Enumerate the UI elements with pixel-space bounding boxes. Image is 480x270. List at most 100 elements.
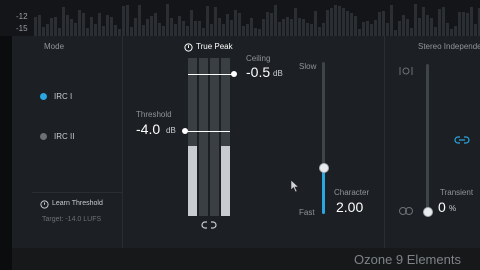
divider-learn bbox=[32, 192, 122, 193]
power-icon bbox=[184, 43, 193, 52]
waveform-bar bbox=[46, 23, 49, 36]
waveform-bar bbox=[54, 16, 57, 36]
waveform-bar bbox=[470, 7, 473, 36]
ceiling-unit: dB bbox=[273, 69, 283, 78]
stereo-heading: Stereo Independence bbox=[418, 42, 480, 51]
waveform-bar bbox=[130, 26, 133, 36]
learn-threshold-label: Learn Threshold bbox=[52, 200, 103, 207]
waveform-bar bbox=[382, 10, 385, 36]
character-label: Character bbox=[334, 188, 370, 197]
waveform-bar bbox=[210, 23, 213, 36]
waveform-bar bbox=[418, 18, 421, 36]
waveform-bar bbox=[338, 5, 341, 36]
threshold-value-field[interactable]: -4.0 dB bbox=[136, 121, 184, 137]
waveform-bar bbox=[286, 17, 289, 36]
waveform-bar bbox=[434, 26, 437, 36]
stereo-link-icon[interactable] bbox=[454, 135, 470, 145]
waveform-bar bbox=[422, 7, 425, 36]
output-meter-left bbox=[210, 58, 219, 216]
waveform-bar bbox=[74, 22, 77, 36]
waveform-bar bbox=[118, 28, 121, 36]
waveform-bar bbox=[314, 10, 317, 36]
waveform-bar bbox=[182, 21, 185, 36]
waveform-bar bbox=[358, 29, 361, 36]
stereo-image-icon bbox=[399, 207, 413, 215]
waveform-bar bbox=[294, 8, 297, 36]
waveform-bar bbox=[102, 25, 105, 36]
radio-unselected-icon bbox=[40, 133, 47, 140]
threshold-unit: dB bbox=[166, 126, 176, 135]
waveform-bar bbox=[122, 5, 125, 36]
waveform-bar bbox=[190, 9, 193, 36]
waveform-bar bbox=[98, 12, 101, 36]
waveform-strip bbox=[0, 0, 480, 36]
waveform-bar bbox=[230, 19, 233, 36]
radio-selected-icon bbox=[40, 93, 47, 100]
scale-top-label: -12 bbox=[16, 12, 28, 21]
waveform-bar bbox=[138, 5, 141, 36]
mode-option-label: IRC II bbox=[54, 132, 75, 141]
waveform-bar bbox=[402, 14, 405, 36]
threshold-handle[interactable] bbox=[182, 128, 188, 134]
waveform-bar bbox=[414, 4, 417, 36]
waveform-bar bbox=[214, 7, 217, 36]
stereo-slider-thumb[interactable] bbox=[423, 207, 433, 217]
waveform-bar bbox=[242, 26, 245, 36]
waveform-bar bbox=[410, 27, 413, 36]
ceiling-handle[interactable] bbox=[231, 71, 237, 77]
waveform-bar bbox=[334, 4, 337, 36]
learn-threshold-button[interactable]: Learn Threshold bbox=[40, 199, 120, 211]
divider-mode bbox=[122, 36, 123, 248]
waveform-bar bbox=[234, 10, 237, 36]
waveform-bar bbox=[346, 10, 349, 36]
waveform-bar bbox=[442, 6, 445, 36]
waveform-bar bbox=[366, 20, 369, 36]
timer-icon bbox=[40, 200, 49, 209]
waveform-bar bbox=[390, 5, 393, 36]
mode-option-label: IRC I bbox=[54, 92, 73, 101]
output-meter-right bbox=[221, 58, 230, 216]
waveform-bar bbox=[350, 13, 353, 36]
waveform-bar bbox=[426, 14, 429, 36]
waveform-bar bbox=[194, 20, 197, 36]
waveform-bar bbox=[78, 9, 81, 36]
stereo-slider-track[interactable] bbox=[426, 64, 429, 212]
waveform-bar bbox=[158, 22, 161, 36]
waveform-bar bbox=[86, 28, 89, 36]
character-slider-thumb[interactable] bbox=[319, 163, 329, 174]
meter-fill bbox=[221, 146, 230, 216]
waveform-bar bbox=[110, 17, 113, 36]
waveform-bar bbox=[106, 15, 109, 36]
waveform-bar bbox=[202, 27, 205, 36]
waveform-bar bbox=[458, 11, 461, 36]
brand-label: Ozone 9 Elements bbox=[354, 252, 461, 267]
waveform-bar bbox=[254, 27, 257, 36]
waveform-bar bbox=[226, 14, 229, 36]
waveform-bar bbox=[90, 17, 93, 36]
waveform-bar bbox=[466, 12, 469, 36]
mode-option-irc2[interactable]: IRC II bbox=[40, 130, 100, 144]
waveform-bar bbox=[150, 15, 153, 36]
input-meter-right bbox=[199, 58, 208, 216]
true-peak-toggle[interactable]: True Peak bbox=[184, 42, 254, 54]
divider-stereo bbox=[384, 36, 385, 248]
waveform-bar bbox=[450, 29, 453, 36]
transient-value-field[interactable]: 0 % bbox=[438, 199, 478, 215]
threshold-line bbox=[184, 131, 230, 132]
ceiling-value: -0.5 bbox=[246, 64, 271, 80]
ceiling-value-field[interactable]: -0.5 dB bbox=[244, 64, 294, 80]
fast-label: Fast bbox=[299, 208, 315, 217]
meter-fill bbox=[188, 146, 197, 216]
waveform-bar bbox=[62, 7, 65, 36]
waveform-bar bbox=[298, 18, 301, 36]
waveform-bar bbox=[374, 19, 377, 36]
link-icon[interactable] bbox=[201, 220, 217, 230]
waveform-bar bbox=[322, 22, 325, 36]
waveform-bar bbox=[38, 15, 41, 36]
waveform-bar bbox=[170, 18, 173, 36]
waveform-bar bbox=[58, 27, 61, 36]
mode-option-irc1[interactable]: IRC I bbox=[40, 90, 100, 104]
waveform-bar bbox=[378, 12, 381, 36]
waveform-bar bbox=[454, 26, 457, 36]
character-value[interactable]: 2.00 bbox=[336, 199, 363, 215]
